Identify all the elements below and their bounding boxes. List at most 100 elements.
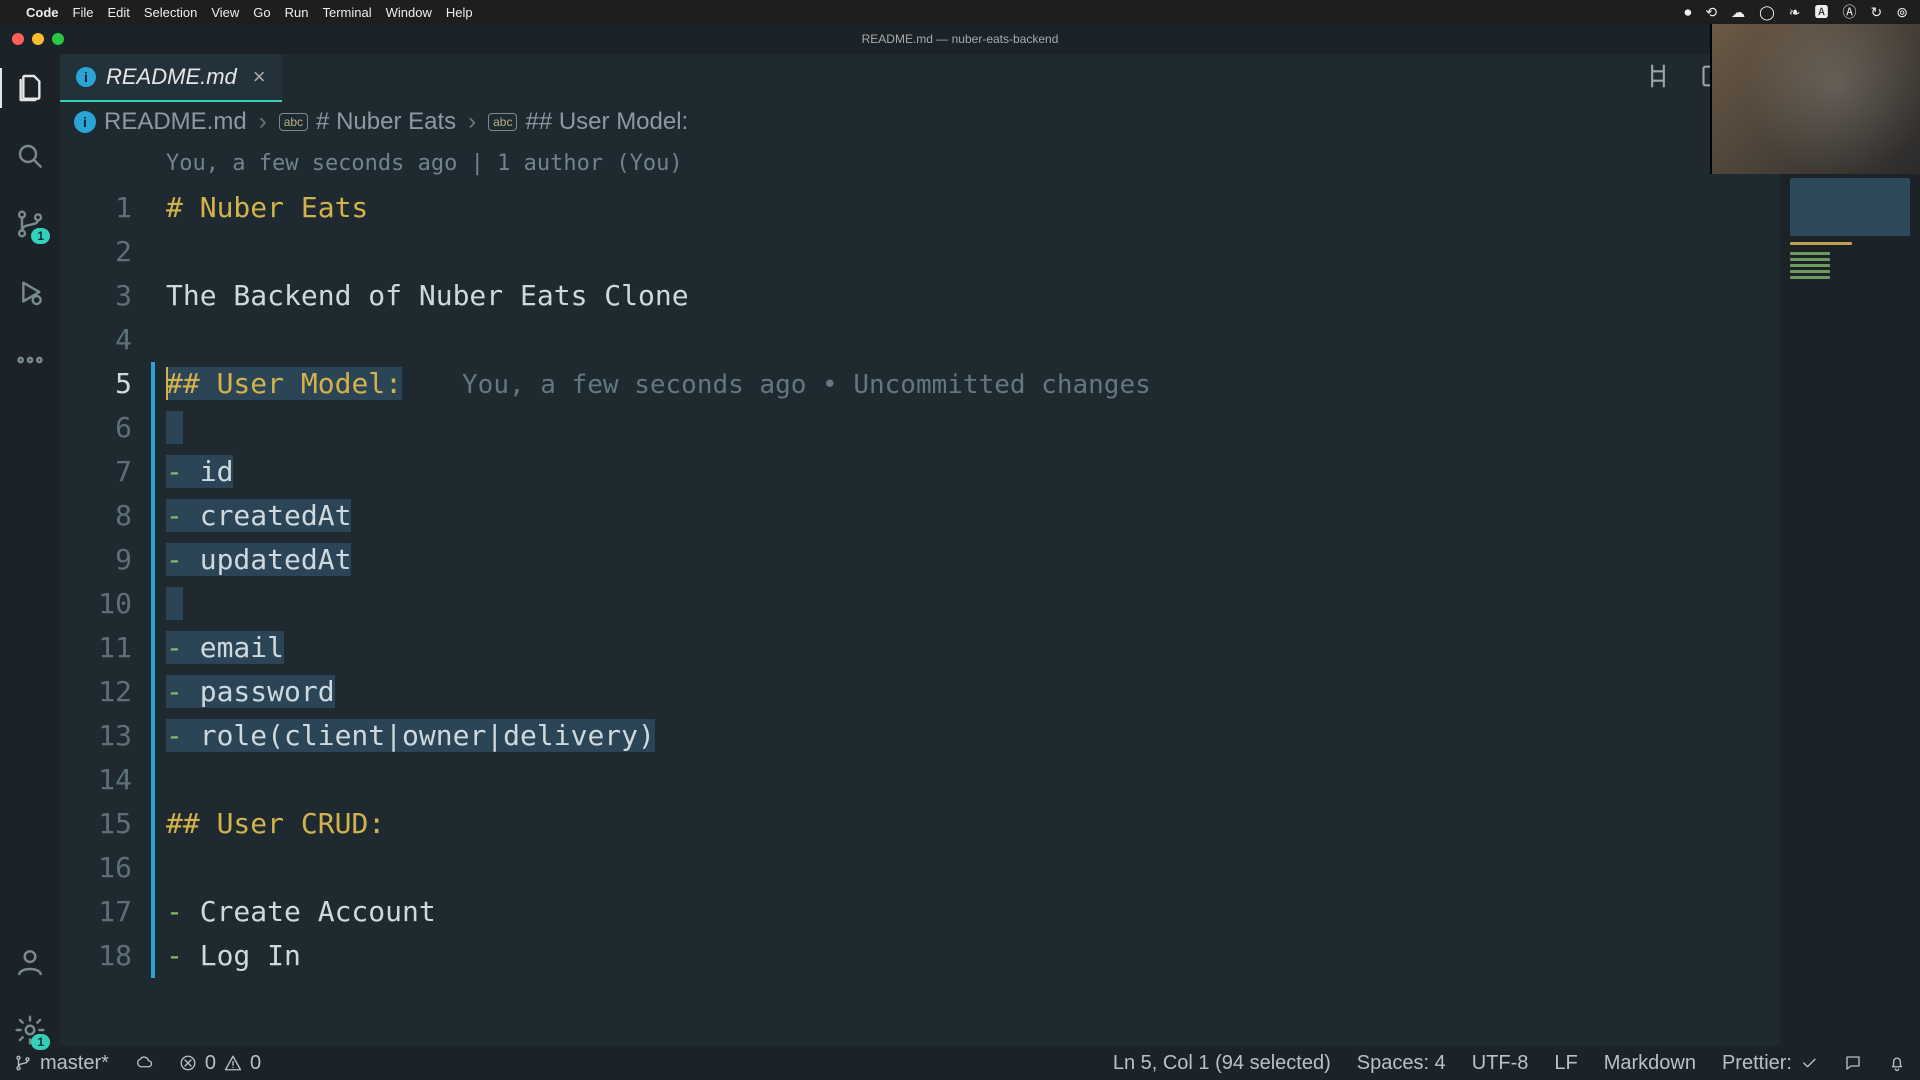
line-number[interactable]: 12 xyxy=(60,670,132,714)
translate-icon[interactable]: 🅰 xyxy=(1815,2,1829,22)
status-prettier[interactable]: Prettier: xyxy=(1722,1052,1818,1075)
activity-source-control[interactable]: 1 xyxy=(14,208,46,240)
status-language-mode[interactable]: Markdown xyxy=(1604,1052,1696,1075)
menu-go[interactable]: Go xyxy=(253,5,270,20)
breadcrumb-h2[interactable]: abc ## User Model: xyxy=(488,108,688,136)
updates-icon[interactable]: ◯ xyxy=(1759,4,1775,21)
macos-menubar: Code File Edit Selection View Go Run Ter… xyxy=(0,0,1920,24)
window-minimize-button[interactable] xyxy=(32,33,44,45)
status-cursor-position[interactable]: Ln 5, Col 1 (94 selected) xyxy=(1113,1052,1331,1075)
line-number[interactable]: 4 xyxy=(60,318,132,362)
status-encoding[interactable]: UTF-8 xyxy=(1472,1052,1529,1075)
line-number[interactable]: 7 xyxy=(60,450,132,494)
line-number[interactable]: 5 xyxy=(60,362,132,406)
line-number[interactable]: 11 xyxy=(60,626,132,670)
line-number[interactable]: 18 xyxy=(60,934,132,978)
text-editor[interactable]: 1 2 3 4 5 6 7 8 9 10 11 12 13 14 15 16 1… xyxy=(60,142,1920,1046)
check-icon xyxy=(1800,1054,1818,1072)
activity-accounts[interactable] xyxy=(14,946,46,978)
line-number[interactable]: 17 xyxy=(60,890,132,934)
status-bar: master* 0 0 Ln 5, Col 1 (94 selected) Sp… xyxy=(0,1046,1920,1080)
compare-changes-button[interactable] xyxy=(1644,62,1672,95)
menubar-app-name[interactable]: Code xyxy=(26,5,59,20)
search-icon xyxy=(14,140,46,172)
status-sync[interactable] xyxy=(135,1054,153,1072)
ellipsis-icon xyxy=(14,344,46,376)
tab-readme[interactable]: i README.md × xyxy=(60,54,282,102)
menu-view[interactable]: View xyxy=(211,5,239,20)
breadcrumb-h1[interactable]: abc # Nuber Eats xyxy=(279,108,456,136)
code-line: ## User Model:You, a few seconds ago • U… xyxy=(166,362,1920,406)
line-number[interactable]: 9 xyxy=(60,538,132,582)
code-line: # Nuber Eats xyxy=(166,186,1920,230)
scm-badge: 1 xyxy=(31,228,50,244)
menubar-status-icons: ⏺ ⟲ ☁ ◯ ❧ 🅰 Ⓐ ↻ ⊚ xyxy=(1684,2,1908,22)
minimap[interactable] xyxy=(1780,142,1920,1046)
cloud-sync-icon[interactable]: ⟲ xyxy=(1705,4,1717,21)
line-number[interactable]: 2 xyxy=(60,230,132,274)
menu-file[interactable]: File xyxy=(73,5,94,20)
code-line: - updatedAt xyxy=(166,538,1920,582)
menu-window[interactable]: Window xyxy=(386,5,432,20)
grammarly-icon[interactable]: Ⓐ xyxy=(1843,2,1857,22)
line-number[interactable]: 14 xyxy=(60,758,132,802)
tab-close-button[interactable]: × xyxy=(253,64,266,90)
code-line: - password xyxy=(166,670,1920,714)
line-number[interactable]: 8 xyxy=(60,494,132,538)
status-notifications[interactable] xyxy=(1888,1054,1906,1072)
feedback-icon xyxy=(1844,1054,1862,1072)
gitlens-codelens[interactable]: You, a few seconds ago | 1 author (You) xyxy=(166,142,1920,186)
chevron-right-icon: › xyxy=(259,108,267,136)
cloud-icon[interactable]: ☁ xyxy=(1731,4,1745,21)
activity-search[interactable] xyxy=(14,140,46,172)
activity-explorer[interactable] xyxy=(14,72,46,104)
line-number-gutter[interactable]: 1 2 3 4 5 6 7 8 9 10 11 12 13 14 15 16 1… xyxy=(60,142,150,1046)
time-machine-icon[interactable]: ↻ xyxy=(1871,4,1883,21)
code-line: The Backend of Nuber Eats Clone xyxy=(166,274,1920,318)
code-content[interactable]: You, a few seconds ago | 1 author (You) … xyxy=(156,142,1920,1046)
code-line xyxy=(166,406,1920,450)
evernote-icon[interactable]: ❧ xyxy=(1789,4,1801,21)
info-icon: i xyxy=(76,67,96,87)
branch-icon xyxy=(14,1054,32,1072)
line-number[interactable]: 1 xyxy=(60,186,132,230)
menu-help[interactable]: Help xyxy=(446,5,473,20)
symbol-string-icon: abc xyxy=(488,113,517,131)
menu-terminal[interactable]: Terminal xyxy=(323,5,372,20)
screen-record-icon[interactable]: ⏺ xyxy=(1684,4,1691,21)
gitlens-blame-inline: You, a few seconds ago • Uncommitted cha… xyxy=(462,370,1151,400)
code-line: - id xyxy=(166,450,1920,494)
status-eol[interactable]: LF xyxy=(1554,1052,1577,1075)
menu-run[interactable]: Run xyxy=(285,5,309,20)
line-number[interactable]: 10 xyxy=(60,582,132,626)
line-number[interactable]: 6 xyxy=(60,406,132,450)
tab-label: README.md xyxy=(106,64,237,90)
status-problems[interactable]: 0 0 xyxy=(179,1052,261,1075)
line-number[interactable]: 13 xyxy=(60,714,132,758)
code-line: ## User CRUD: xyxy=(166,802,1920,846)
window-zoom-button[interactable] xyxy=(52,33,64,45)
status-feedback[interactable] xyxy=(1844,1054,1862,1072)
status-branch[interactable]: master* xyxy=(14,1052,109,1075)
wifi-icon[interactable]: ⊚ xyxy=(1896,4,1908,21)
window-titlebar: README.md — nuber-eats-backend xyxy=(0,24,1920,54)
settings-badge: 1 xyxy=(31,1034,50,1050)
activity-run-debug[interactable] xyxy=(14,276,46,308)
activity-settings[interactable]: 1 xyxy=(14,1014,46,1046)
symbol-string-icon: abc xyxy=(279,113,308,131)
code-line: - Log In xyxy=(166,934,1920,978)
line-number[interactable]: 3 xyxy=(60,274,132,318)
line-number[interactable]: 15 xyxy=(60,802,132,846)
window-title: README.md — nuber-eats-backend xyxy=(862,32,1059,46)
info-icon: i xyxy=(74,111,96,133)
activity-more[interactable] xyxy=(14,344,46,376)
breadcrumbs[interactable]: i README.md › abc # Nuber Eats › abc ## … xyxy=(60,102,1920,142)
line-number[interactable]: 16 xyxy=(60,846,132,890)
code-line xyxy=(166,846,1920,890)
menu-selection[interactable]: Selection xyxy=(144,5,197,20)
breadcrumb-file[interactable]: i README.md xyxy=(74,108,247,136)
window-close-button[interactable] xyxy=(12,33,24,45)
status-indent[interactable]: Spaces: 4 xyxy=(1357,1052,1446,1075)
menu-edit[interactable]: Edit xyxy=(107,5,129,20)
webcam-overlay xyxy=(1710,24,1920,174)
